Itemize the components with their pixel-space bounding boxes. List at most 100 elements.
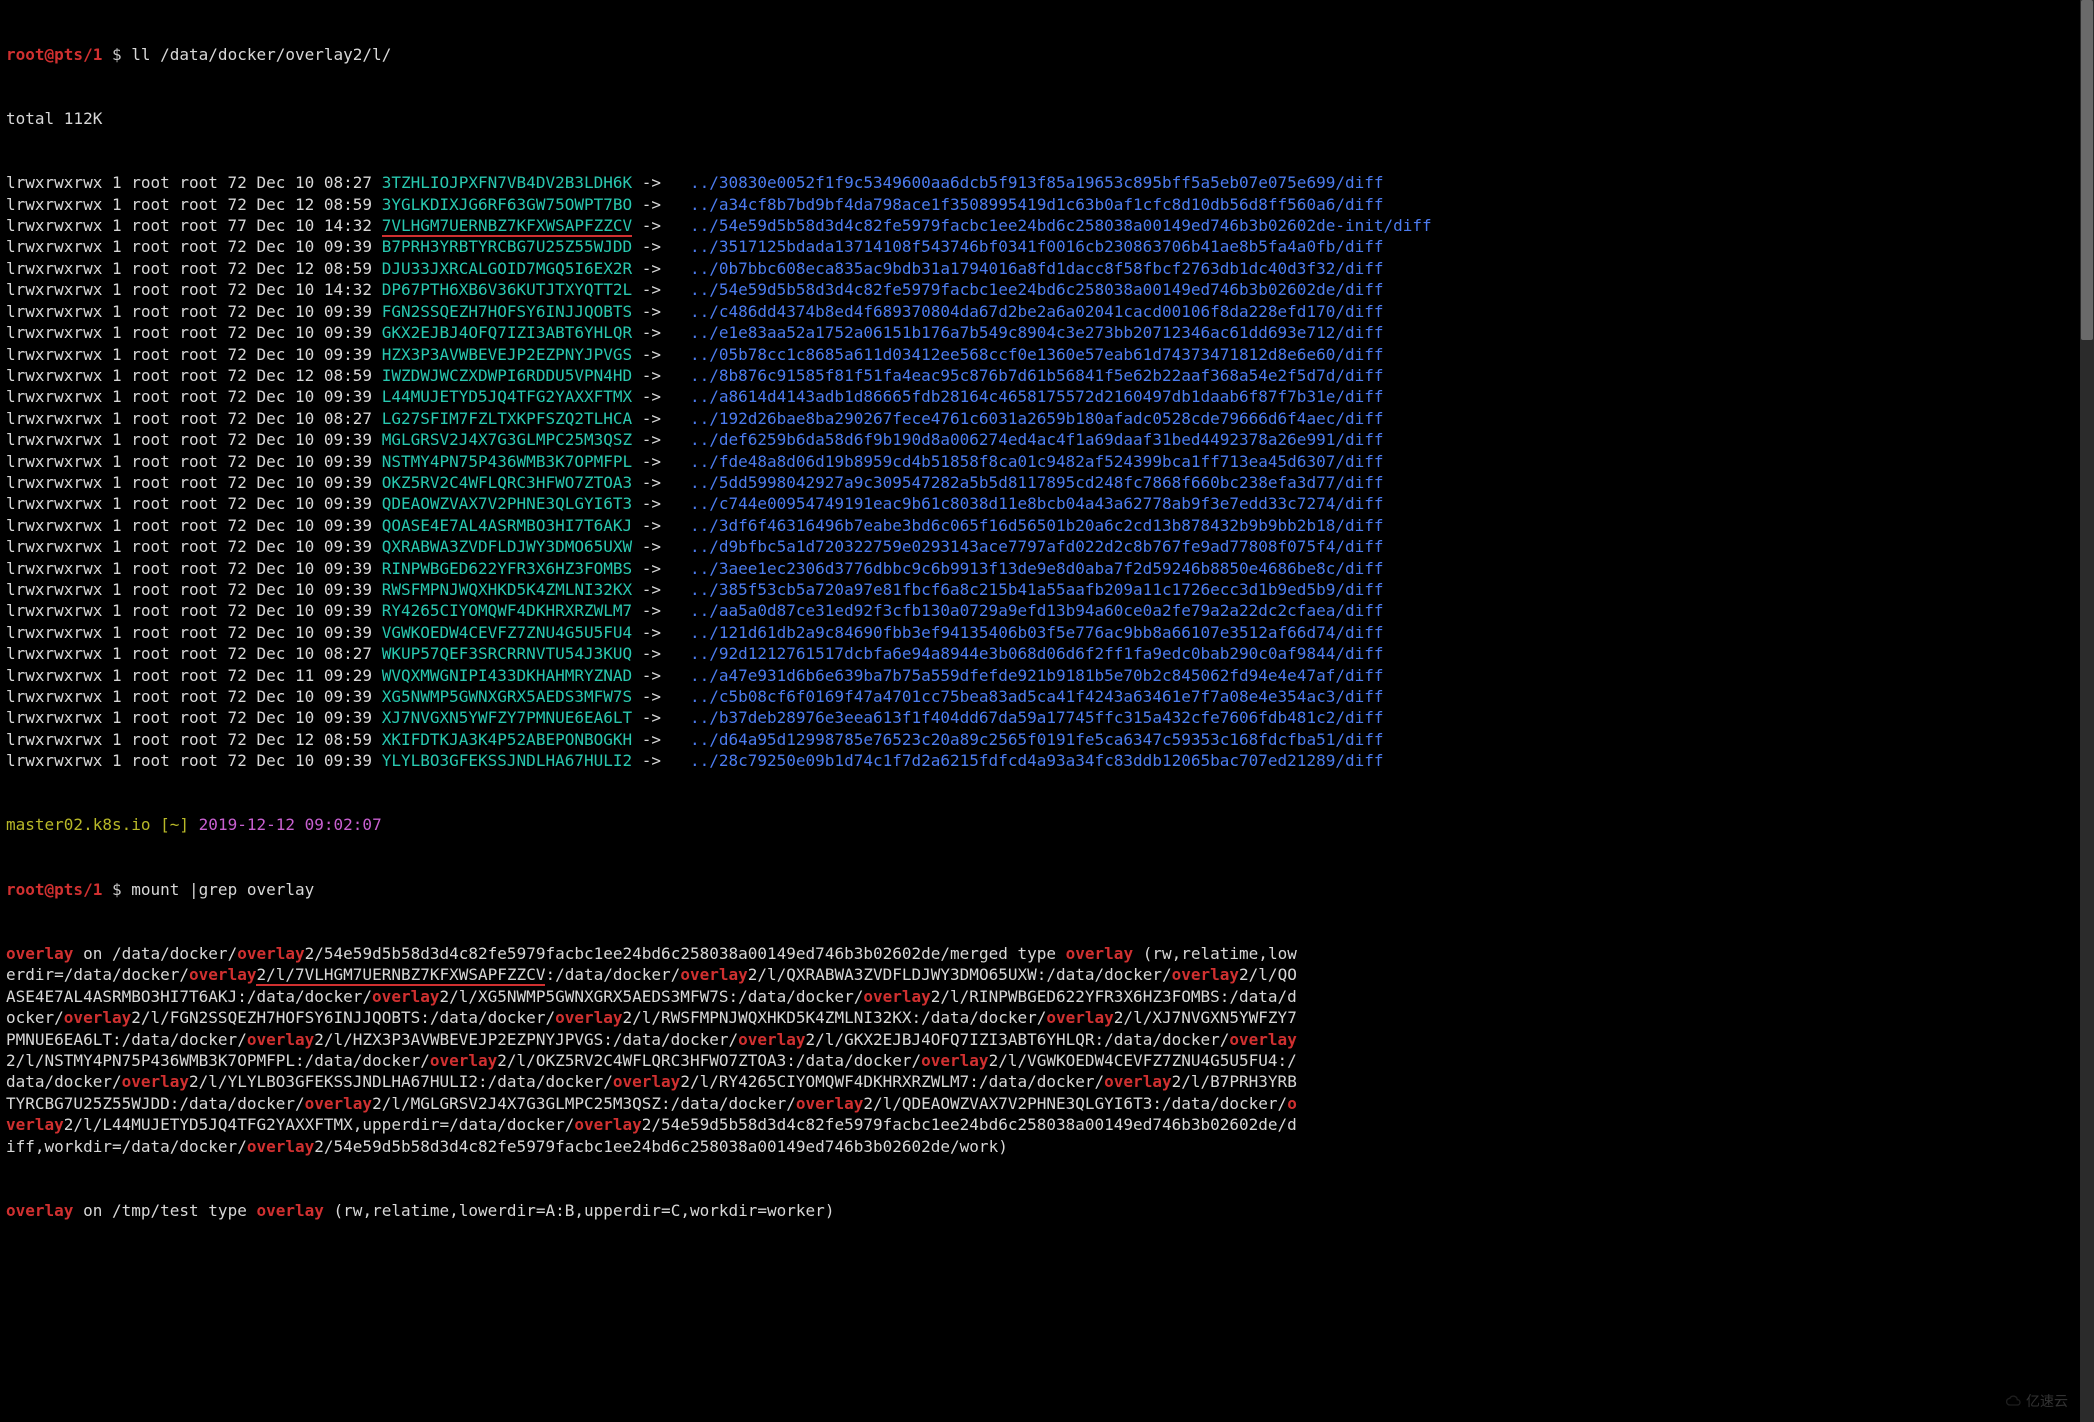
grep-match-overlay: overlay [1066,944,1133,963]
ls-row: lrwxrwxrwx 1 root root 72 Dec 10 09:39 V… [6,622,2088,643]
ls-row: lrwxrwxrwx 1 root root 72 Dec 12 08:59 I… [6,365,2088,386]
grep-match-overlay: overlay [372,987,439,1006]
ls-row: lrwxrwxrwx 1 root root 72 Dec 10 09:39 Y… [6,750,2088,771]
ls-target: ../192d26bae8ba290267fece4761c6031a2659b… [690,409,1384,428]
mount-output-1: overlay on /data/docker/overlay2/54e59d5… [6,943,1302,1157]
ls-linkname: LG27SFIM7FZLTXKPFSZQ2TLHCA [382,409,632,428]
grep-match-overlay: overlay [680,965,747,984]
mount-text: 2/l/7VLHGM7UERNBZ7KFXWSAPFZZCV [256,965,545,986]
mount-text: on /tmp/test type [73,1201,256,1220]
ls-row: lrwxrwxrwx 1 root root 72 Dec 10 09:39 R… [6,579,2088,600]
ls-row: lrwxrwxrwx 1 root root 72 Dec 10 09:39 G… [6,322,2088,343]
ls-target: ../05b78cc1c8685a611d03412ee568ccf0e1360… [690,345,1384,364]
ls-row: lrwxrwxrwx 1 root root 77 Dec 10 14:32 7… [6,215,2088,236]
prompt-user: root@pts/1 [6,880,102,899]
ls-target: ../b37deb28976e3eea613f1f404dd67da59a177… [690,708,1384,727]
ls-arrow: -> [632,666,671,685]
ls-perms: lrwxrwxrwx 1 root root 72 Dec 10 09:39 [6,516,382,535]
ls-perms: lrwxrwxrwx 1 root root 72 Dec 10 14:32 [6,280,382,299]
ls-linkname: XJ7NVGXN5YWFZY7PMNUE6EA6LT [382,708,632,727]
ls-row: lrwxrwxrwx 1 root root 72 Dec 10 09:39 O… [6,472,2088,493]
mount-text: 2/l/XG5NWMP5GWNXGRX5AEDS3MFW7S:/data/doc… [439,987,863,1006]
ls-target: ../5dd5998042927a9c309547282a5b5d8117895… [690,473,1384,492]
ls-arrow: -> [632,644,671,663]
ls-target: ../3df6f46316496b7eabe3bd6c065f16d56501b… [690,516,1384,535]
ls-linkname: DJU33JXRCALGOID7MGQ5I6EX2R [382,259,632,278]
mount-text: 2/l/RWSFMPNJWQXHKD5K4ZMLNI32KX:/data/doc… [623,1008,1047,1027]
ls-row: lrwxrwxrwx 1 root root 72 Dec 12 08:59 X… [6,729,2088,750]
ls-perms: lrwxrwxrwx 1 root root 72 Dec 10 09:39 [6,494,382,513]
ls-target: ../c744e00954749191eac9b61c8038d11e8bcb0… [690,494,1384,513]
ls-perms: lrwxrwxrwx 1 root root 72 Dec 10 09:39 [6,237,382,256]
grep-match-overlay: overlay [863,987,930,1006]
ls-linkname: 3TZHLIOJPXFN7VB4DV2B3LDH6K [382,173,632,192]
ls-row: lrwxrwxrwx 1 root root 72 Dec 10 09:39 X… [6,707,2088,728]
ls-arrow: -> [632,345,671,364]
ls-linkname: 3YGLKDIXJG6RF63GW75OWPT7BO [382,195,632,214]
ls-row: lrwxrwxrwx 1 root root 72 Dec 10 09:39 R… [6,600,2088,621]
mount-text: :/data/docker/ [545,965,680,984]
ls-linkname: RINPWBGED622YFR3X6HZ3FOMBS [382,559,632,578]
mount-output-2: overlay on /tmp/test type overlay (rw,re… [6,1200,1302,1221]
ls-perms: lrwxrwxrwx 1 root root 72 Dec 10 09:39 [6,537,382,556]
ls-row: lrwxrwxrwx 1 root root 72 Dec 10 08:27 3… [6,172,2088,193]
ls-target: ../385f53cb5a720a97e81fbcf6a8c215b41a55a… [690,580,1384,599]
ls-target: ../8b876c91585f81f51fa4eac95c876b7d61b56… [690,366,1384,385]
ls-linkname: HZX3P3AVWBEVEJP2EZPNYJPVGS [382,345,632,364]
ls-arrow: -> [632,537,671,556]
ls-target: ../d64a95d12998785e76523c20a89c2565f0191… [690,730,1384,749]
ls-target: ../3aee1ec2306d3776dbbc9c6b9913f13de9e8d… [690,559,1384,578]
ls-row: lrwxrwxrwx 1 root root 72 Dec 10 09:39 X… [6,686,2088,707]
grep-match-overlay: overlay [430,1051,497,1070]
ls-target: ../54e59d5b58d3d4c82fe5979facbc1ee24bd6c… [690,280,1384,299]
ls-row: lrwxrwxrwx 1 root root 72 Dec 10 09:39 F… [6,301,2088,322]
mount-text: 2/l/FGN2SSQEZH7HOFSY6INJJQOBTS:/data/doc… [131,1008,555,1027]
ls-row: lrwxrwxrwx 1 root root 72 Dec 11 09:29 W… [6,665,2088,686]
ls-linkname: YLYLBO3GFEKSSJNDLHA67HULI2 [382,751,632,770]
ls-arrow: -> [632,687,671,706]
mount-text: (rw,relatime,lowerdir=A:B,upperdir=C,wor… [324,1201,835,1220]
mount-text: 2/l/GKX2EJBJ4OFQ7IZI3ABT6YHLQR:/data/doc… [806,1030,1230,1049]
grep-match-overlay: overlay [122,1072,189,1091]
watermark: 亿速云 [2006,1391,2068,1412]
grep-match-overlay: overlay [237,944,304,963]
mount-text: 2/l/MGLGRSV2J4X7G3GLMPC25M3QSZ:/data/doc… [372,1094,796,1113]
grep-match-overlay: overlay [6,1201,73,1220]
ls-row: lrwxrwxrwx 1 root root 72 Dec 12 08:59 3… [6,194,2088,215]
ls-target: ../fde48a8d06d19b8959cd4b51858f8ca01c948… [690,452,1384,471]
ls-linkname: MGLGRSV2J4X7G3GLMPC25M3QSZ [382,430,632,449]
ls-perms: lrwxrwxrwx 1 root root 72 Dec 10 09:39 [6,323,382,342]
mount-text: 2/l/NSTMY4PN75P436WMB3K7OPMFPL:/data/doc… [6,1051,430,1070]
ls-row: lrwxrwxrwx 1 root root 72 Dec 10 09:39 Q… [6,515,2088,536]
ls-perms: lrwxrwxrwx 1 root root 72 Dec 10 09:39 [6,601,382,620]
ls-target: ../c486dd4374b8ed4f689370804da67d2be2a6a… [690,302,1384,321]
grep-match-overlay: overlay [6,944,73,963]
ls-total: total 112K [6,108,2088,129]
ls-perms: lrwxrwxrwx 1 root root 72 Dec 12 08:59 [6,730,382,749]
terminal[interactable]: root@pts/1 $ ll /data/docker/overlay2/l/… [0,0,2094,1244]
ls-arrow: -> [632,730,671,749]
ls-arrow: -> [632,473,671,492]
prompt-line-1: root@pts/1 $ ll /data/docker/overlay2/l/ [6,44,2088,65]
ls-linkname: GKX2EJBJ4OFQ7IZI3ABT6YHLQR [382,323,632,342]
ls-target: ../92d1212761517dcbfa6e94a8944e3b068d06d… [690,644,1384,663]
ls-target: ../def6259b6da58d6f9b190d8a006274ed4ac4f… [690,430,1384,449]
ls-arrow: -> [632,173,671,192]
command-2: mount |grep overlay [131,880,314,899]
ls-arrow: -> [632,494,671,513]
ls-perms: lrwxrwxrwx 1 root root 72 Dec 10 09:39 [6,452,382,471]
ls-perms: lrwxrwxrwx 1 root root 72 Dec 10 09:39 [6,387,382,406]
scrollbar-thumb[interactable] [2081,0,2093,340]
ls-arrow: -> [632,195,671,214]
grep-match-overlay: overlay [1172,965,1239,984]
ls-arrow: -> [632,259,671,278]
ls-linkname: IWZDWJWCZXDWPI6RDDU5VPN4HD [382,366,632,385]
mount-text: 2/l/L44MUJETYD5JQ4TFG2YAXXFTMX,upperdir=… [64,1115,575,1134]
ls-linkname: WVQXMWGNIPI433DKHAHMRYZNAD [382,666,632,685]
ls-perms: lrwxrwxrwx 1 root root 72 Dec 10 09:39 [6,559,382,578]
ps1-line: master02.k8s.io [~] 2019-12-12 09:02:07 [6,814,2088,835]
scrollbar[interactable] [2080,0,2094,1422]
ls-target: ../a8614d4143adb1d86665fdb28164c46581755… [690,387,1384,406]
mount-text: on /data/docker/ [73,944,237,963]
ls-linkname: WKUP57QEF3SRCRRNVTU54J3KUQ [382,644,632,663]
